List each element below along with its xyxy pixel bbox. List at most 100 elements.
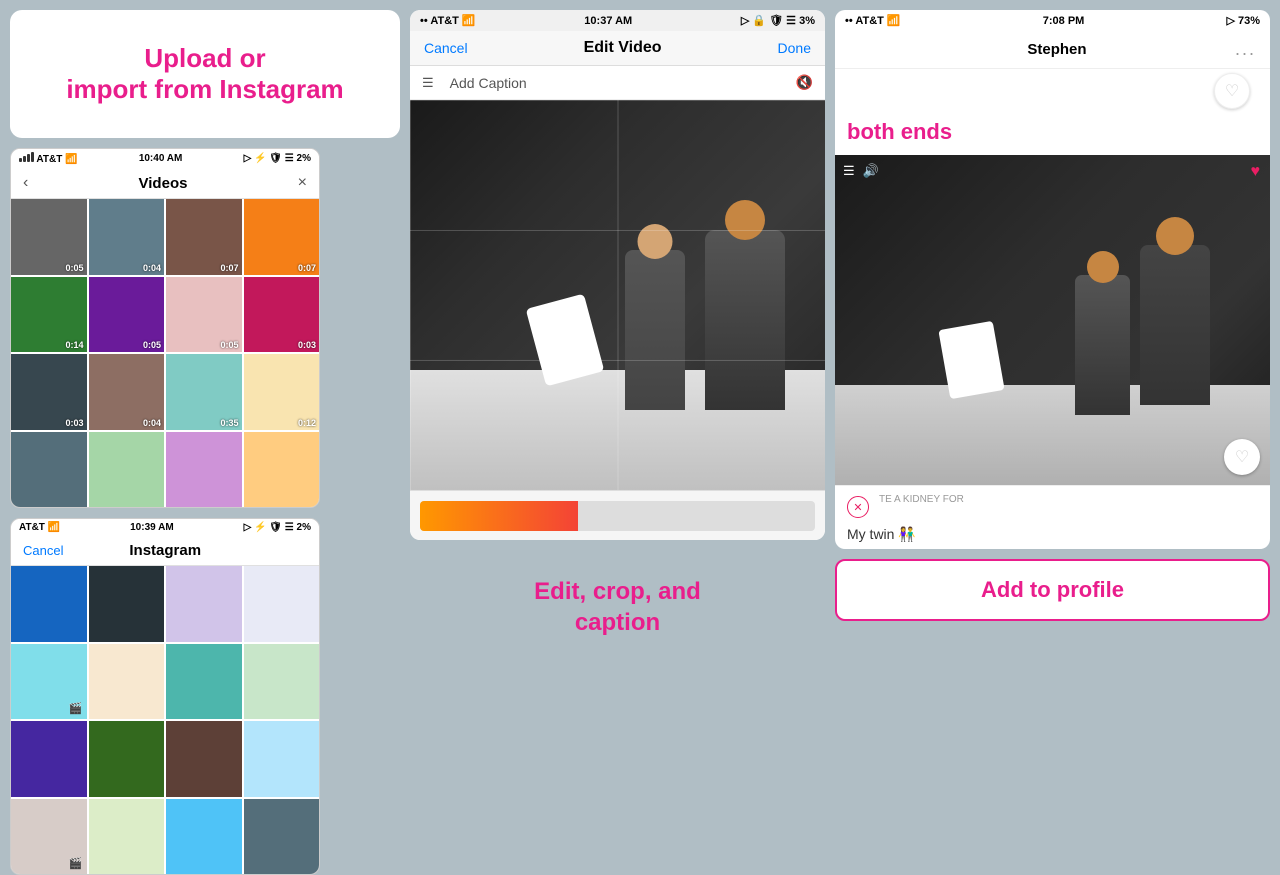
edit-status-bar: •• AT&T 📶 10:37 AM ▷ 🔒 🛡 ☰ 3% xyxy=(410,10,825,31)
instagram-carrier: AT&T 📶 xyxy=(19,522,60,533)
scrubber-track[interactable] xyxy=(420,501,815,531)
my-twin-text: My twin 👫 xyxy=(835,526,1270,549)
chef-figure2-right xyxy=(1140,245,1210,405)
left-panel: Upload orimport from Instagram AT&T 📶 10… xyxy=(10,10,400,875)
instagram-thumb[interactable] xyxy=(244,721,320,797)
instagram-thumb[interactable] xyxy=(11,721,87,797)
add-to-profile-btn[interactable]: Add to profile xyxy=(835,559,1270,621)
videos-grid: 0:05 0:04 0:07 0:07 0:14 0:05 xyxy=(11,199,319,507)
video-thumb[interactable]: 0:03 xyxy=(244,277,320,353)
edit-done-btn[interactable]: Done xyxy=(778,40,811,56)
instagram-cancel-btn[interactable]: Cancel xyxy=(23,543,63,558)
instagram-thumb[interactable] xyxy=(166,721,242,797)
instagram-thumb[interactable] xyxy=(89,566,165,642)
profile-nav-title: Stephen xyxy=(1027,41,1086,58)
videos-carrier: AT&T 📶 xyxy=(19,152,78,165)
profile-more-btn[interactable]: ... xyxy=(1235,39,1256,60)
instagram-thumb[interactable] xyxy=(244,566,320,642)
mute-icon[interactable]: 🔇 xyxy=(796,74,813,91)
videos-close-btn[interactable]: × xyxy=(298,174,307,192)
partial-post: ✕ TE A KIDNEY FOR xyxy=(835,485,1270,526)
video-thumb[interactable]: 0:12 xyxy=(244,354,320,430)
instagram-phone: AT&T 📶 10:39 AM ▷ ⚡ 🛡 ☰ 2% Cancel Instag… xyxy=(10,518,320,875)
instagram-thumb[interactable]: 🎬 xyxy=(11,799,87,875)
video-overlay-icons: ☰ 🔊 xyxy=(843,163,879,179)
video-thumb[interactable]: 0:05 xyxy=(11,199,87,275)
edit-battery: ▷ 🔒 🛡 ☰ 3% xyxy=(741,14,815,27)
edit-time: 10:37 AM xyxy=(584,15,632,27)
video-thumb[interactable] xyxy=(166,432,242,508)
videos-phone: AT&T 📶 10:40 AM ▷ ⚡ 🛡 ☰ 2% ‹ Videos × 0:… xyxy=(10,148,320,508)
partial-post-content: TE A KIDNEY FOR xyxy=(879,494,964,507)
x-badge: ✕ xyxy=(847,496,869,518)
video-thumb[interactable]: 0:07 xyxy=(166,199,242,275)
instagram-grid: 🎬 🎬 xyxy=(11,566,319,874)
video-thumb[interactable] xyxy=(244,432,320,508)
video-icon: 🎬 xyxy=(69,857,83,870)
video-scrubber[interactable] xyxy=(410,490,825,540)
caption-menu-icon: ☰ xyxy=(422,75,434,91)
right-panel: •• AT&T 📶 7:08 PM ▷ 73% Stephen ... ♡ bo… xyxy=(835,10,1270,621)
video-thumb[interactable]: 0:07 xyxy=(244,199,320,275)
video-thumb[interactable]: 0:35 xyxy=(166,354,242,430)
profile-nav-bar: Stephen ... xyxy=(835,31,1270,69)
both-ends-text: both ends xyxy=(835,115,1270,155)
videos-nav-title: Videos xyxy=(139,175,188,192)
edit-cancel-btn[interactable]: Cancel xyxy=(424,40,468,56)
instagram-nav-title: Instagram xyxy=(129,542,201,559)
profile-carrier: •• AT&T 📶 xyxy=(845,14,901,27)
video-thumb[interactable] xyxy=(11,432,87,508)
videos-back-btn[interactable]: ‹ xyxy=(23,174,28,192)
chef-head2 xyxy=(1156,217,1194,255)
add-caption-btn[interactable]: Add Caption xyxy=(450,75,527,91)
instagram-thumb[interactable] xyxy=(89,644,165,720)
instagram-thumb[interactable] xyxy=(89,799,165,875)
edit-nav-bar: Cancel Edit Video Done xyxy=(410,31,825,66)
video-thumb[interactable]: 0:05 xyxy=(166,277,242,353)
heart-btn-1[interactable]: ♡ xyxy=(1214,73,1250,109)
towel2 xyxy=(938,321,1004,399)
instagram-thumb[interactable]: 🎬 xyxy=(11,644,87,720)
video-thumb[interactable] xyxy=(89,432,165,508)
heart-icon-1: ♡ xyxy=(1225,81,1239,101)
profile-battery: ▷ 73% xyxy=(1226,14,1260,27)
profile-time: 7:08 PM xyxy=(1043,15,1085,27)
instagram-time: 10:39 AM xyxy=(130,522,174,533)
partial-post-label: TE A KIDNEY FOR xyxy=(879,494,964,505)
instagram-thumb[interactable] xyxy=(166,566,242,642)
instagram-thumb[interactable] xyxy=(166,644,242,720)
hamburger-icon: ☰ xyxy=(843,163,855,179)
upload-box: Upload orimport from Instagram xyxy=(10,10,400,138)
sound-icon: 🔊 xyxy=(863,163,879,179)
middle-panel: •• AT&T 📶 10:37 AM ▷ 🔒 🛡 ☰ 3% Cancel Edi… xyxy=(410,10,825,648)
profile-status-bar: •• AT&T 📶 7:08 PM ▷ 73% xyxy=(835,10,1270,31)
videos-nav-bar: ‹ Videos × xyxy=(11,168,319,199)
heart-btn-2[interactable]: ♡ xyxy=(1224,439,1260,475)
instagram-thumb[interactable] xyxy=(11,566,87,642)
heart-icon-2: ♡ xyxy=(1235,447,1249,467)
video-thumb[interactable]: 0:05 xyxy=(89,277,165,353)
instagram-thumb[interactable] xyxy=(89,721,165,797)
instagram-status-bar: AT&T 📶 10:39 AM ▷ ⚡ 🛡 ☰ 2% xyxy=(11,519,319,536)
edit-nav-title: Edit Video xyxy=(584,39,662,57)
add-to-profile-label: Add to profile xyxy=(981,577,1124,603)
edit-crop-caption-label: Edit, crop, andcaption xyxy=(420,556,815,648)
instagram-nav-bar: Cancel Instagram xyxy=(11,536,319,566)
video-thumb[interactable]: 0:14 xyxy=(11,277,87,353)
video-grid-lines xyxy=(410,100,825,490)
profile-phone: •• AT&T 📶 7:08 PM ▷ 73% Stephen ... ♡ bo… xyxy=(835,10,1270,549)
video-thumb[interactable]: 0:03 xyxy=(11,354,87,430)
edit-video-phone: •• AT&T 📶 10:37 AM ▷ 🔒 🛡 ☰ 3% Cancel Edi… xyxy=(410,10,825,540)
upload-title: Upload orimport from Instagram xyxy=(66,43,343,105)
videos-status-bar: AT&T 📶 10:40 AM ▷ ⚡ 🛡 ☰ 2% xyxy=(11,149,319,168)
video-thumb[interactable]: 0:04 xyxy=(89,199,165,275)
instagram-thumb[interactable] xyxy=(244,644,320,720)
edit-bottom-label: Edit, crop, andcaption xyxy=(410,540,825,648)
profile-video-preview: ☰ 🔊 ♥ ♡ xyxy=(835,155,1270,485)
red-heart-icon: ♥ xyxy=(1251,163,1261,181)
video-thumb[interactable]: 0:04 xyxy=(89,354,165,430)
instagram-thumb[interactable] xyxy=(166,799,242,875)
edit-carrier: •• AT&T 📶 xyxy=(420,14,476,27)
scrubber-fill xyxy=(420,501,578,531)
instagram-thumb[interactable] xyxy=(244,799,320,875)
